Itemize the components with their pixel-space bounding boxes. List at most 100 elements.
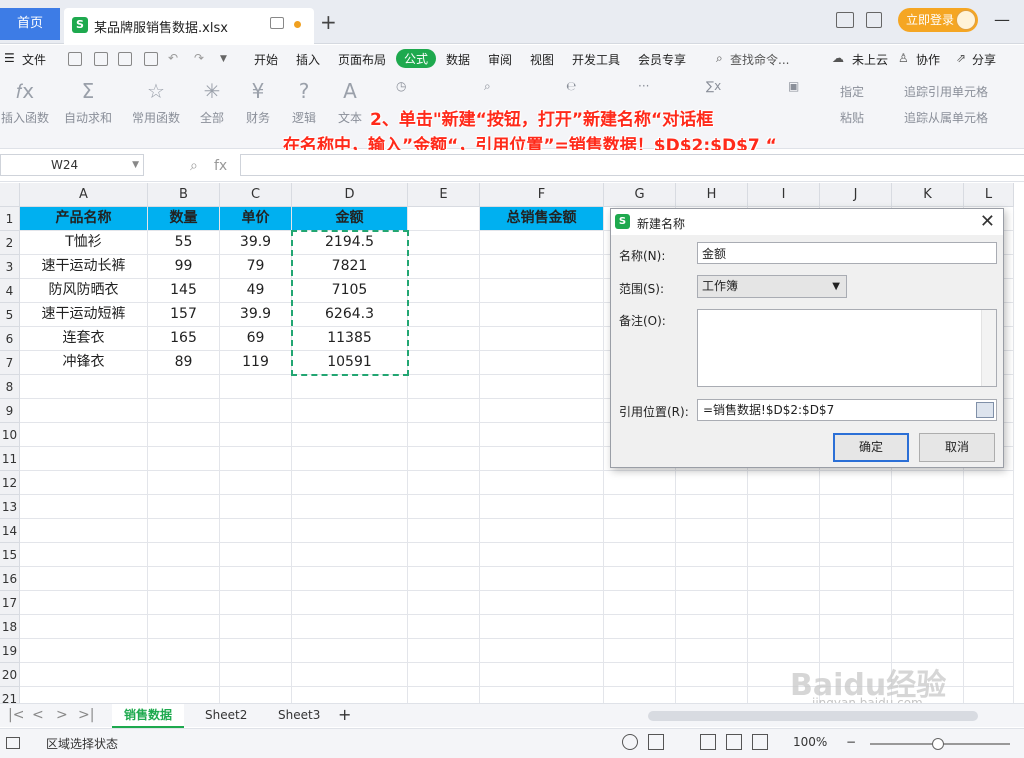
grid-cell[interactable] [964, 615, 1014, 639]
grid-cell[interactable]: 6264.3 [292, 303, 408, 327]
cancel-button[interactable]: 取消 [919, 433, 995, 462]
grid-cell[interactable] [292, 639, 408, 663]
column-header[interactable]: L [964, 183, 1014, 207]
grid-cell[interactable] [676, 639, 748, 663]
page-layout-view-icon[interactable] [726, 734, 742, 750]
collab-button[interactable]: 协作 [916, 51, 940, 68]
grid-cell[interactable] [408, 303, 480, 327]
row-header[interactable]: 11 [0, 447, 20, 471]
grid-cell[interactable] [676, 543, 748, 567]
minimize-icon[interactable]: — [994, 10, 1010, 29]
print-icon[interactable] [118, 52, 132, 66]
grid-cell[interactable] [820, 543, 892, 567]
prev-sheet-icon[interactable]: < [32, 707, 44, 723]
row-header[interactable]: 12 [0, 471, 20, 495]
grid-cell[interactable]: 冲锋衣 [20, 351, 148, 375]
grid-cell[interactable] [408, 471, 480, 495]
trace-precedents-button[interactable]: 追踪引用单元格 [904, 83, 988, 100]
menu-view[interactable]: 视图 [530, 51, 554, 68]
grid-cell[interactable] [748, 591, 820, 615]
grid-cell[interactable]: 39.9 [220, 303, 292, 327]
grid-cell[interactable] [20, 471, 148, 495]
row-header[interactable]: 16 [0, 567, 20, 591]
horizontal-scrollbar[interactable] [648, 711, 978, 721]
grid-cell[interactable] [480, 519, 604, 543]
grid-cell[interactable] [748, 495, 820, 519]
grid-cell[interactable] [20, 663, 148, 687]
datetime-icon[interactable]: ◷ [396, 79, 406, 93]
grid-cell[interactable] [820, 591, 892, 615]
grid-cell[interactable] [408, 423, 480, 447]
grid-cell[interactable] [292, 447, 408, 471]
grid-cell[interactable] [964, 471, 1014, 495]
grid-cell[interactable] [148, 591, 220, 615]
select-all-corner[interactable] [0, 183, 20, 207]
grid-cell[interactable] [676, 495, 748, 519]
grid-cell[interactable] [408, 399, 480, 423]
grid-cell[interactable] [480, 663, 604, 687]
grid-cell[interactable] [292, 471, 408, 495]
grid-cell[interactable] [292, 519, 408, 543]
grid-cell[interactable] [676, 519, 748, 543]
grid-cell[interactable]: 单价 [220, 207, 292, 231]
grid-cell[interactable] [748, 519, 820, 543]
column-header[interactable]: D [292, 183, 408, 207]
row-header[interactable]: 13 [0, 495, 20, 519]
column-header[interactable]: A [20, 183, 148, 207]
grid-cell[interactable]: 连套衣 [20, 327, 148, 351]
name-manager-icon[interactable]: ∑x [706, 79, 721, 93]
save-icon[interactable] [68, 52, 82, 66]
grid-cell[interactable] [220, 519, 292, 543]
grid-cell[interactable] [408, 231, 480, 255]
eye-protection-icon[interactable] [622, 734, 638, 750]
grid-cell[interactable] [408, 255, 480, 279]
grid-cell[interactable] [20, 495, 148, 519]
row-header[interactable]: 18 [0, 615, 20, 639]
grid-cell[interactable] [148, 423, 220, 447]
grid-cell[interactable] [748, 471, 820, 495]
grid-cell[interactable]: 49 [220, 279, 292, 303]
close-icon[interactable]: ✕ [980, 211, 995, 232]
cloud-status[interactable]: 未上云 [852, 51, 888, 68]
grid-cell[interactable] [480, 231, 604, 255]
normal-view-icon[interactable] [700, 734, 716, 750]
menu-developer[interactable]: 开发工具 [572, 51, 620, 68]
grid-cell[interactable] [964, 639, 1014, 663]
grid-cell[interactable] [292, 591, 408, 615]
grid-cell[interactable] [408, 663, 480, 687]
undo-icon[interactable]: ↶ [168, 51, 178, 65]
logic-button[interactable]: ? 逻辑 [286, 79, 322, 126]
grid-cell[interactable] [964, 663, 1014, 687]
grid-cell[interactable] [20, 519, 148, 543]
grid-cell[interactable] [480, 399, 604, 423]
grid-cell[interactable] [408, 543, 480, 567]
note-textarea[interactable] [697, 309, 997, 387]
grid-cell[interactable] [220, 423, 292, 447]
grid-cell[interactable] [20, 615, 148, 639]
menu-member[interactable]: 会员专享 [638, 51, 686, 68]
text-button[interactable]: A 文本 [332, 79, 368, 126]
grid-cell[interactable] [220, 639, 292, 663]
grid-cell[interactable]: 55 [148, 231, 220, 255]
row-header[interactable]: 2 [0, 231, 20, 255]
grid-cell[interactable] [20, 423, 148, 447]
grid-cell[interactable] [748, 543, 820, 567]
grid-cell[interactable] [292, 423, 408, 447]
grid-cell[interactable]: 7821 [292, 255, 408, 279]
grid-cell[interactable] [892, 615, 964, 639]
grid-cell[interactable] [408, 615, 480, 639]
row-header[interactable]: 19 [0, 639, 20, 663]
grid-cell[interactable]: 总销售金额 [480, 207, 604, 231]
grid-cell[interactable]: 2194.5 [292, 231, 408, 255]
grid-cell[interactable] [604, 567, 676, 591]
grid-cell[interactable] [408, 567, 480, 591]
grid-cell[interactable]: 11385 [292, 327, 408, 351]
autosum-button[interactable]: Σ 自动求和 [58, 79, 118, 126]
share-button[interactable]: 分享 [972, 51, 996, 68]
name-input[interactable] [697, 242, 997, 264]
chevron-down-icon[interactable]: ▼ [132, 155, 139, 175]
grid-cell[interactable] [480, 327, 604, 351]
grid-cell[interactable] [408, 375, 480, 399]
grid-cell[interactable] [220, 543, 292, 567]
grid-cell[interactable] [676, 471, 748, 495]
